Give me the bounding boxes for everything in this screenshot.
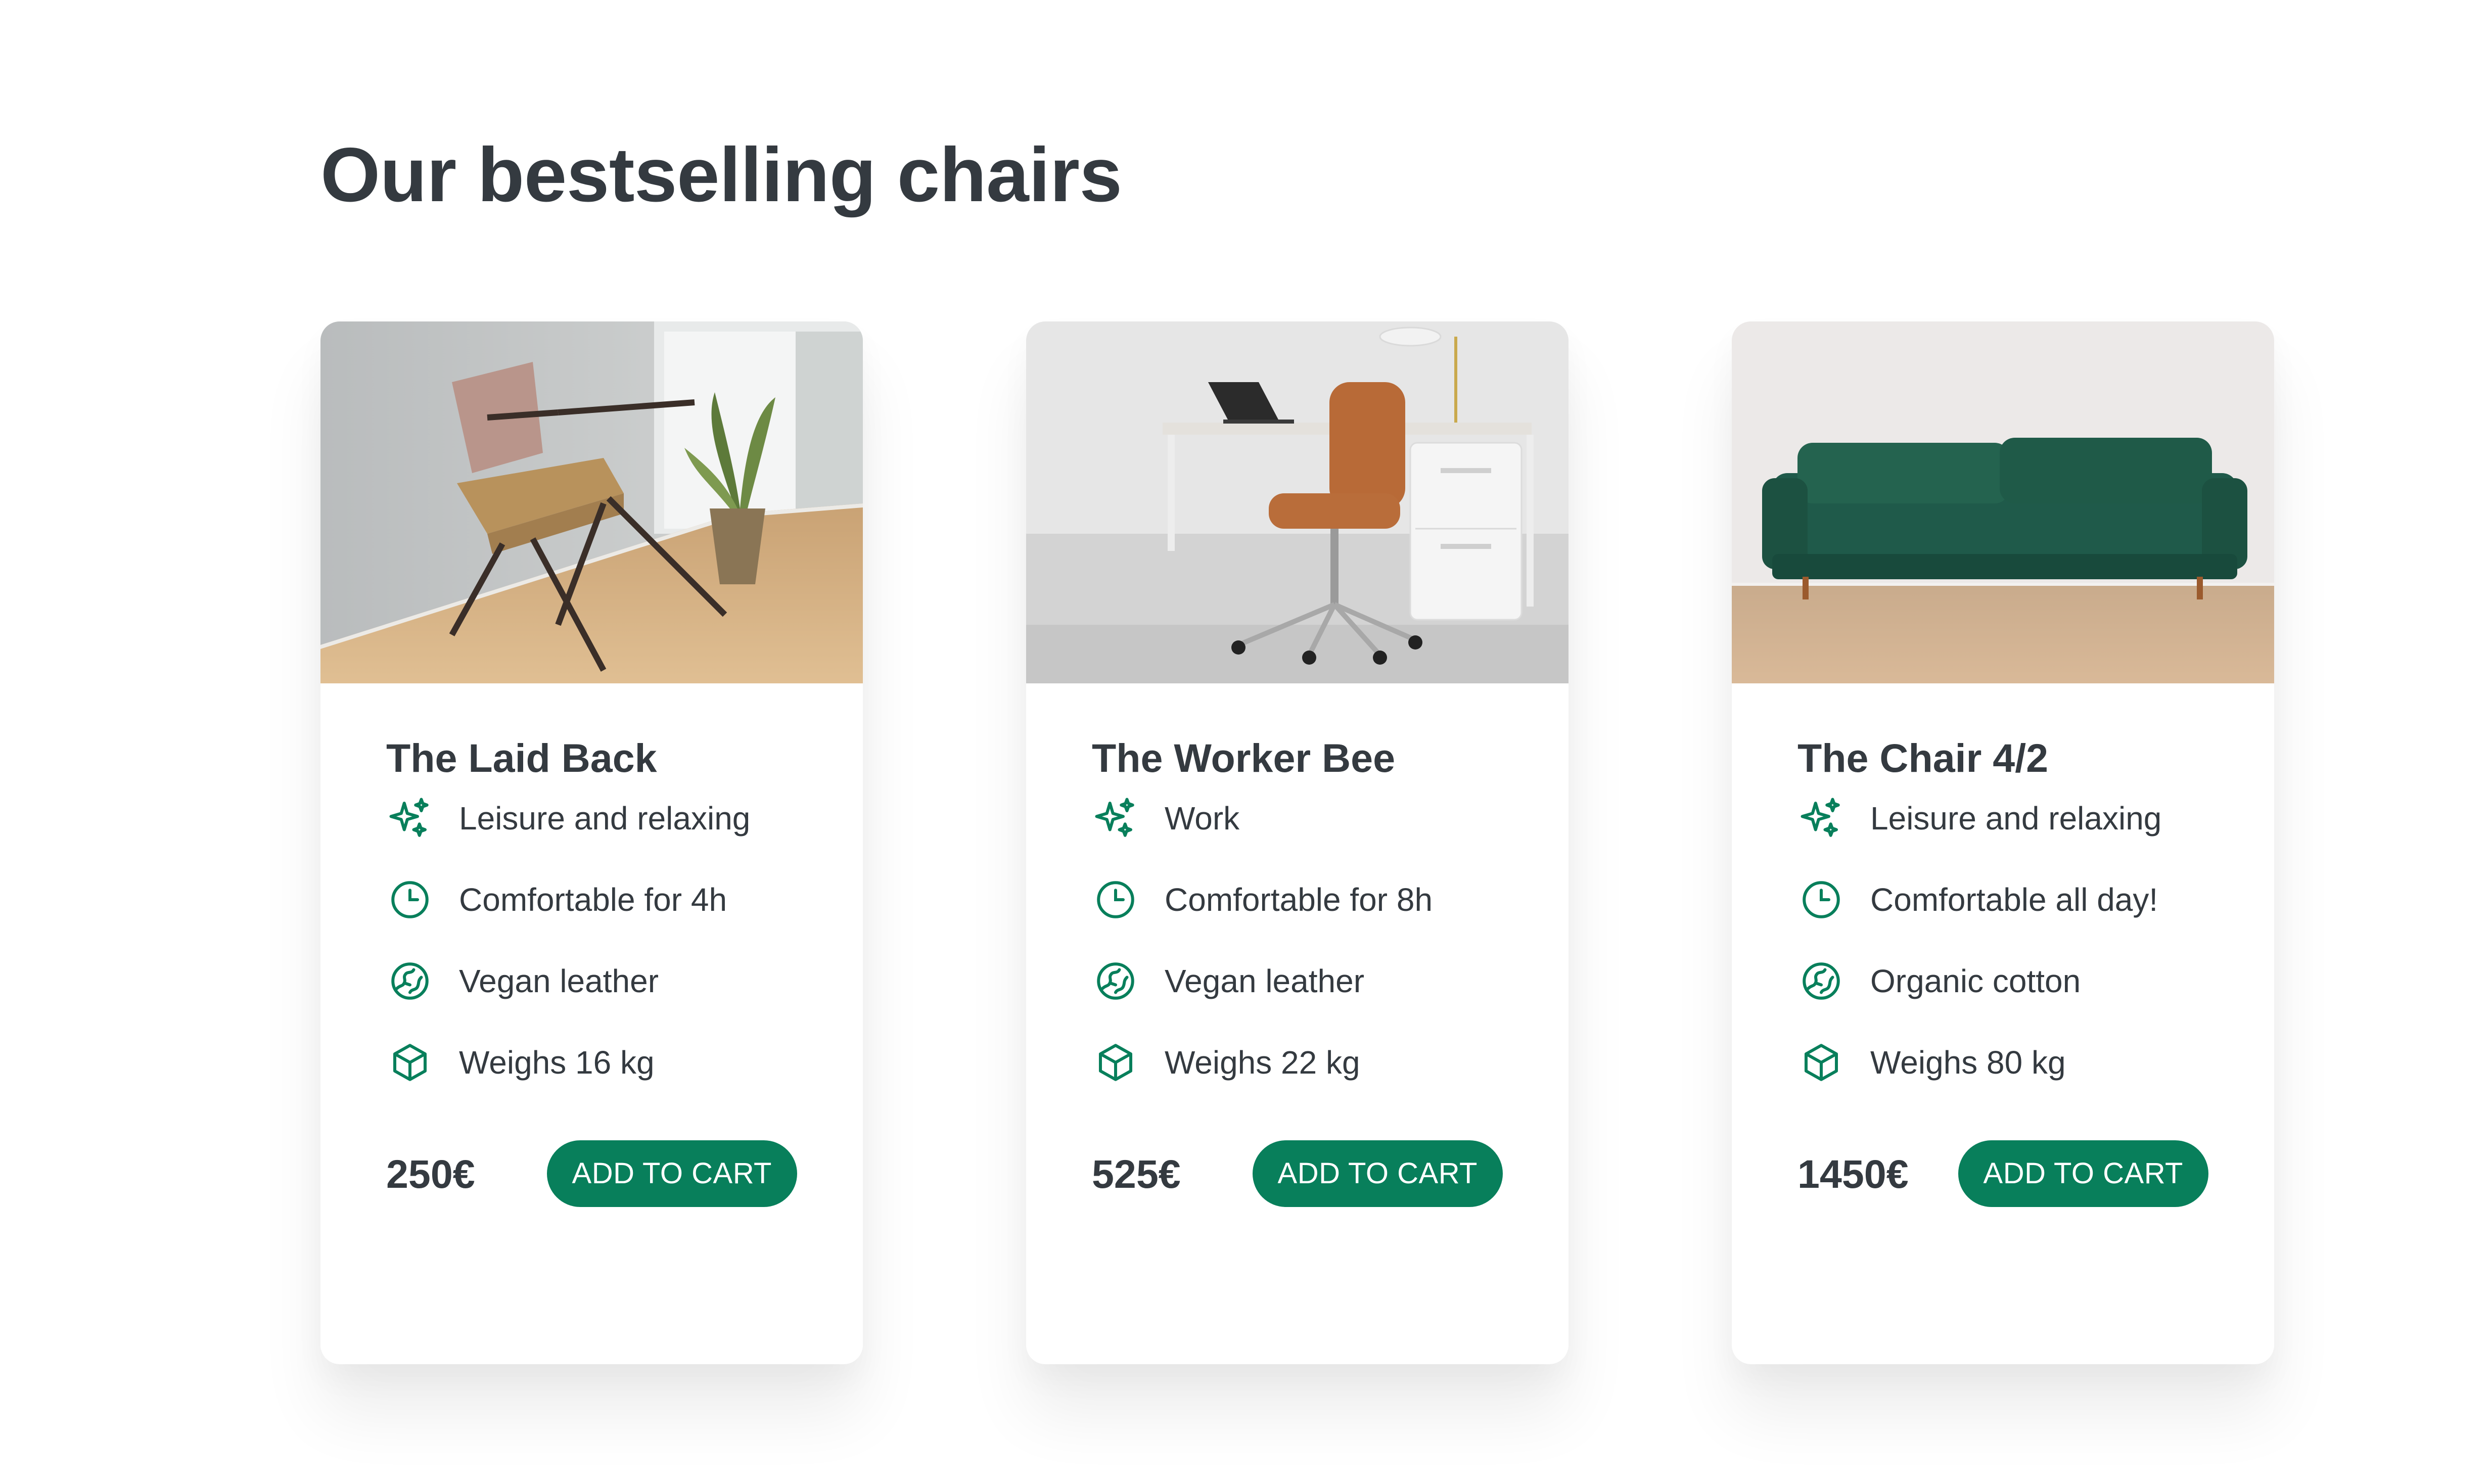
add-to-cart-button[interactable]: ADD TO CART [546,1140,797,1207]
office-chair-photo [1026,321,1569,683]
attribute-text: Vegan leather [459,963,659,999]
card-footer: 525€ ADD TO CART [1092,1140,1503,1207]
leaf-globe-icon [1797,957,1845,1005]
sparkles-icon [386,795,434,842]
price: 250€ [386,1151,475,1196]
product-name: The Chair 4/2 [1797,735,2049,780]
attribute-item: Leisure and relaxing [1797,795,2208,842]
leaf-globe-icon [1092,957,1139,1005]
clock-icon [1092,876,1139,923]
attribute-text: Organic cotton [1870,963,2081,999]
attribute-item: Comfortable for 8h [1092,876,1503,923]
cube-icon [1092,1039,1139,1086]
attribute-item: Comfortable all day! [1797,876,2208,923]
attribute-text: Leisure and relaxing [1870,800,2162,837]
price: 525€ [1092,1151,1181,1196]
armchair-photo [320,321,863,683]
product-name: The Worker Bee [1092,735,1396,780]
sparkles-icon [1797,795,1845,842]
attribute-text: Leisure and relaxing [459,800,751,837]
attribute-item: Work [1092,795,1503,842]
attribute-text: Weighs 80 kg [1870,1044,2066,1081]
sparkles-icon [1092,795,1139,842]
attribute-text: Comfortable all day! [1870,882,2158,918]
add-to-cart-button[interactable]: ADD TO CART [1958,1140,2208,1207]
add-to-cart-button[interactable]: ADD TO CART [1252,1140,1503,1207]
attribute-item: Organic cotton [1797,957,2208,1005]
card-body: The Chair 4/2 Leisure and relaxing Comfo… [1797,735,2208,1081]
clock-icon [1797,876,1845,923]
attribute-item: Comfortable for 4h [386,876,797,923]
product-card-worker-bee: The Worker Bee Work Comfortable for 8h V… [1026,321,1569,1364]
price: 1450€ [1797,1151,1909,1196]
product-card-chair-4-2: The Chair 4/2 Leisure and relaxing Comfo… [1732,321,2274,1364]
cube-icon [1797,1039,1845,1086]
attribute-item: Vegan leather [1092,957,1503,1005]
attribute-text: Comfortable for 4h [459,882,727,918]
page-title: Our bestselling chairs [320,132,1122,218]
card-footer: 1450€ ADD TO CART [1797,1140,2208,1207]
attribute-item: Weighs 16 kg [386,1039,797,1086]
cube-icon [386,1039,434,1086]
attribute-text: Weighs 16 kg [459,1044,655,1081]
green-sofa-photo [1732,321,2274,683]
card-footer: 250€ ADD TO CART [386,1140,797,1207]
card-body: The Laid Back Leisure and relaxing Comfo… [386,735,797,1081]
attribute-item: Weighs 22 kg [1092,1039,1503,1086]
attribute-text: Vegan leather [1165,963,1364,999]
attribute-text: Comfortable for 8h [1165,882,1433,918]
product-card-laid-back: The Laid Back Leisure and relaxing Comfo… [320,321,863,1364]
card-body: The Worker Bee Work Comfortable for 8h V… [1092,735,1503,1081]
attribute-item: Vegan leather [386,957,797,1005]
attribute-text: Weighs 22 kg [1165,1044,1360,1081]
product-name: The Laid Back [386,735,657,780]
clock-icon [386,876,434,923]
leaf-globe-icon [386,957,434,1005]
attribute-text: Work [1165,800,1240,837]
attribute-item: Weighs 80 kg [1797,1039,2208,1086]
attribute-item: Leisure and relaxing [386,795,797,842]
